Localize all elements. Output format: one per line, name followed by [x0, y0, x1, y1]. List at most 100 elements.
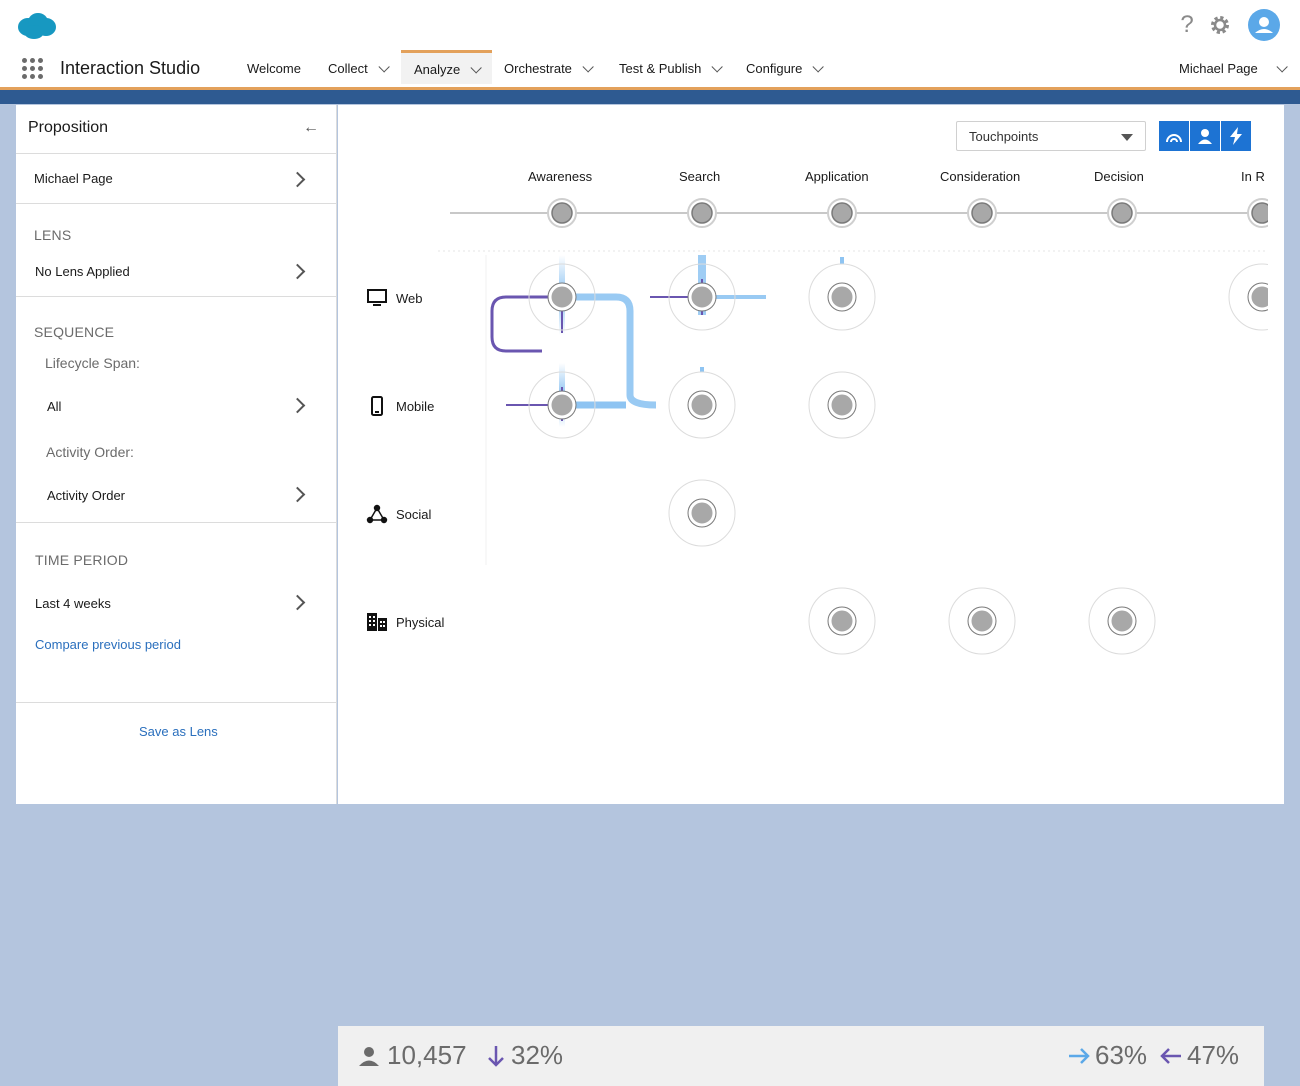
app-title: Interaction Studio: [60, 58, 201, 78]
compare-previous-period-link[interactable]: Compare previous period: [35, 637, 181, 652]
activity-order-selector[interactable]: Activity Order: [16, 486, 336, 510]
flow-web-to-mobile-curve: [568, 293, 657, 409]
divider: [16, 702, 336, 703]
view-select-value: Touchpoints: [969, 129, 1039, 144]
sequence-section-label: SEQUENCE: [34, 324, 115, 340]
time-period-selector[interactable]: Last 4 weeks: [16, 594, 336, 618]
nav-collect[interactable]: Collect: [328, 50, 390, 87]
arrow-down-icon: [488, 1045, 504, 1067]
touchpoint-physical-application: [808, 587, 876, 655]
flow-web-awareness-vertical: [559, 255, 565, 335]
forward-rate-stat: 63%: [1067, 1040, 1147, 1071]
stage-node-decision: [1107, 198, 1137, 228]
touchpoint-physical-decision: [1088, 587, 1156, 655]
stage-label-awareness: Awareness: [528, 169, 593, 184]
chevron-down-icon: [470, 62, 483, 74]
activity-order-value: Activity Order: [47, 488, 126, 503]
proposition-value: Michael Page: [34, 171, 113, 186]
proposition-selector[interactable]: Michael Page: [16, 171, 336, 193]
touchpoint-web-awareness: [528, 263, 596, 331]
lens-section-label: LENS: [34, 227, 72, 243]
flow-web-application-stub: [840, 257, 844, 273]
channel-web: Web: [366, 287, 423, 309]
decorative-band: [0, 90, 1300, 104]
nav-configure[interactable]: Configure: [746, 50, 825, 87]
nav-test-publish[interactable]: Test & Publish: [619, 50, 724, 87]
app-launcher-icon[interactable]: [22, 58, 44, 80]
stage-node-application: [827, 198, 857, 228]
stage-label-search: Search: [679, 169, 721, 184]
person-icon: [1198, 129, 1212, 144]
lifecycle-span-label: Lifecycle Span:: [45, 355, 140, 371]
collapse-arrow-icon[interactable]: ←: [303, 119, 319, 137]
touchpoint-physical-consideration: [948, 587, 1016, 655]
nav-test-publish-label: Test & Publish: [619, 61, 702, 76]
time-period-value: Last 4 weeks: [35, 596, 111, 611]
touchpoint-social-search: [668, 479, 736, 547]
stage-node-search: [687, 198, 717, 228]
user-menu[interactable]: Michael Page: [1179, 50, 1288, 87]
touchpoint-mobile-awareness: [528, 371, 596, 439]
gear-icon[interactable]: [1209, 14, 1231, 36]
touchpoint-web-application: [808, 263, 876, 331]
chevron-down-icon: [812, 61, 825, 73]
flow-purple-loop: [490, 295, 552, 353]
lens-value: No Lens Applied: [35, 264, 130, 279]
chevron-right-icon: [289, 594, 306, 611]
salesforce-cloud-logo[interactable]: [16, 12, 56, 40]
activity-order-label: Activity Order:: [46, 444, 134, 460]
chevron-right-icon: [289, 171, 306, 188]
save-as-lens-link[interactable]: Save as Lens: [139, 724, 218, 739]
top-bar: ?: [0, 0, 1300, 50]
help-icon[interactable]: ?: [1177, 12, 1197, 38]
monitor-icon: [366, 287, 388, 309]
stage-node-consideration: [967, 198, 997, 228]
nav-bar: Interaction Studio Welcome Collect Analy…: [0, 50, 1300, 90]
caret-down-icon: [1121, 134, 1133, 141]
drop-rate-stat: 32%: [487, 1040, 563, 1071]
touchpoint-web-in-r: [1228, 263, 1268, 331]
lightning-icon: [1230, 127, 1242, 145]
flow-web-search-vertical: [698, 255, 706, 315]
chevron-down-icon: [378, 61, 390, 73]
chevron-right-icon: [289, 486, 306, 503]
stage-label-application: Application: [805, 169, 869, 184]
nav-orchestrate[interactable]: Orchestrate: [504, 50, 594, 87]
view-select[interactable]: Touchpoints: [956, 121, 1146, 151]
journey-view-button[interactable]: [1159, 121, 1190, 151]
nav-analyze[interactable]: Analyze: [401, 50, 492, 84]
channel-social: Social: [366, 503, 431, 525]
lens-selector[interactable]: No Lens Applied: [16, 263, 336, 286]
building-icon: [366, 611, 388, 633]
chevron-down-icon: [711, 61, 724, 73]
person-icon: [359, 1046, 379, 1066]
user-count-value: 10,457: [387, 1040, 467, 1070]
journey-flow-diagram: [438, 198, 1268, 655]
divider: [16, 203, 336, 204]
user-count-stat: 10,457: [358, 1040, 467, 1071]
stage-label-consideration: Consideration: [940, 169, 1021, 184]
arrow-left-icon: [1160, 1047, 1181, 1064]
chevron-right-icon: [289, 263, 306, 280]
nav-collect-label: Collect: [328, 61, 368, 76]
person-view-button[interactable]: [1190, 121, 1221, 151]
drop-rate-value: 32%: [511, 1040, 564, 1070]
channel-web-label: Web: [396, 290, 423, 306]
channel-physical: Physical: [366, 611, 444, 633]
action-view-button[interactable]: [1221, 121, 1251, 151]
lifecycle-span-selector[interactable]: All: [16, 397, 336, 421]
nav-welcome-label: Welcome: [247, 61, 301, 76]
arc-icon: [1166, 134, 1182, 143]
channel-physical-label: Physical: [396, 614, 445, 630]
view-toggle-group: [1159, 121, 1251, 151]
user-avatar[interactable]: [1248, 9, 1280, 41]
channel-mobile-label: Mobile: [396, 398, 435, 414]
divider: [16, 296, 336, 297]
panel-title: Proposition: [28, 119, 109, 136]
backward-rate-stat: 47%: [1159, 1040, 1239, 1071]
divider: [16, 522, 336, 523]
touchpoint-web-search: [668, 263, 736, 331]
phone-icon: [366, 395, 388, 417]
touchpoint-mobile-search: [668, 371, 736, 439]
nav-welcome[interactable]: Welcome: [247, 50, 301, 87]
